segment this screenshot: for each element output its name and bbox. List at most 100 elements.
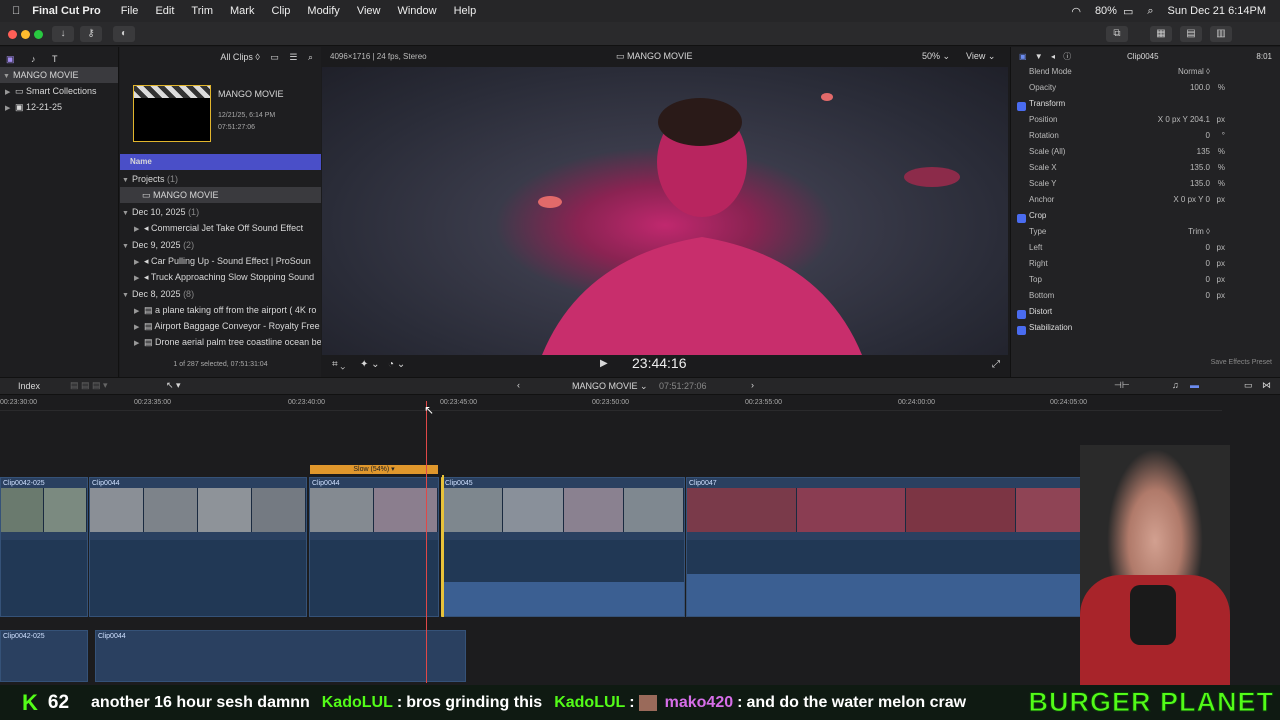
edit-tools-icon[interactable]: ▤ ▤ ▤ ▾ xyxy=(70,380,108,391)
menu-trim[interactable]: Trim xyxy=(191,5,213,17)
menu-window[interactable]: Window xyxy=(397,5,436,17)
menu-edit[interactable]: Edit xyxy=(155,5,174,17)
layout-timeline-icon[interactable]: ▤ xyxy=(1180,26,1202,42)
inspector-param[interactable]: Scale Y 135.0% xyxy=(1011,179,1280,195)
menu-view[interactable]: View xyxy=(357,5,381,17)
list-item[interactable]: ▶ ◂ Commercial Jet Take Off Sound Effect xyxy=(120,220,321,236)
titles-icon[interactable]: T xyxy=(52,54,58,64)
inspector-param[interactable]: Bottom 0 px xyxy=(1011,291,1280,307)
zoom-dropdown[interactable]: 50% ⌄ xyxy=(922,51,950,62)
clip-filter[interactable]: All Clips xyxy=(220,52,253,62)
video-inspector-icon[interactable]: ▣ xyxy=(1019,52,1027,61)
solo-icon[interactable]: ▬ xyxy=(1190,380,1199,390)
group-dec8[interactable]: ▼ Dec 8, 2025 (8) xyxy=(120,286,321,302)
inspector-param-value[interactable]: X 0 px Y 204.1 xyxy=(1158,115,1210,124)
inspector-param[interactable]: Position X 0 px Y 204.1 px xyxy=(1011,115,1280,131)
sidebar-item-smart-collections[interactable]: ▶ ▭ Smart Collections xyxy=(0,83,118,99)
inspector-section[interactable]: Crop xyxy=(1011,211,1280,227)
inspector-param[interactable]: Anchor X 0 px Y 0 px xyxy=(1011,195,1280,211)
column-header-name[interactable]: Name xyxy=(120,154,321,170)
select-tool-icon[interactable]: ↖ ▾ xyxy=(166,380,181,391)
search-icon[interactable]: ⌕ xyxy=(1147,5,1153,18)
timeline-clip[interactable]: Clip0044 xyxy=(309,477,439,617)
menu-mark[interactable]: Mark xyxy=(230,5,254,17)
playhead[interactable] xyxy=(426,401,427,683)
inspector-section[interactable]: Transform xyxy=(1011,99,1280,115)
timeline[interactable]: 00:23:30:00 00:23:35:00 00:23:40:00 00:2… xyxy=(0,395,1280,685)
color-inspector-icon[interactable]: ▼ xyxy=(1035,52,1043,61)
layout-library-icon[interactable]: ▦ xyxy=(1150,26,1172,42)
inspector-param-value[interactable]: Normal ◊ xyxy=(1178,67,1210,76)
menu-help[interactable]: Help xyxy=(454,5,477,17)
chevron-icon[interactable]: ◊ xyxy=(255,52,259,62)
inspector-param-value[interactable]: 0 xyxy=(1206,243,1210,252)
inspector-param[interactable]: Left 0 px xyxy=(1011,243,1280,259)
timeline-clip[interactable]: Clip0042-025 xyxy=(0,477,88,617)
list-item[interactable]: ▶ ▤ a plane taking off from the airport (… xyxy=(120,302,321,318)
clip-appearance-icon[interactable]: ▭ xyxy=(1244,380,1253,391)
group-dec9[interactable]: ▼ Dec 9, 2025 (2) xyxy=(120,237,321,253)
list-item[interactable]: ▭ MANGO MOVIE xyxy=(120,187,321,203)
transform-tools-icon[interactable]: ⌗ ⌄ xyxy=(332,359,345,370)
section-checkbox[interactable] xyxy=(1017,310,1026,319)
inspector-section[interactable]: Stabilization xyxy=(1011,323,1280,339)
search-icon[interactable]: ⌕ xyxy=(308,52,313,62)
zoom-window-button[interactable] xyxy=(34,30,43,39)
inspector-param-value[interactable]: 0 xyxy=(1206,275,1210,284)
inspector-param[interactable]: Opacity 100.0% xyxy=(1011,83,1280,99)
project-thumbnail[interactable] xyxy=(133,85,211,142)
layout-inspector-icon[interactable]: ▥ xyxy=(1210,26,1232,42)
effects-browser-icon[interactable]: ⋈ xyxy=(1262,380,1271,391)
forward-icon[interactable]: › xyxy=(751,380,754,390)
timeline-clip-selected[interactable]: Clip0045 xyxy=(441,477,685,617)
inspector-param[interactable]: Rotation 0 ° xyxy=(1011,131,1280,147)
list-item[interactable]: ▶ ▤ Drone aerial palm tree coastline ocea… xyxy=(120,334,321,350)
retime-bar[interactable]: Slow (54%) ▾ xyxy=(310,465,438,474)
inspector-param-value[interactable]: 0 xyxy=(1206,131,1210,140)
inspector-param-value[interactable]: X 0 px Y 0 xyxy=(1173,195,1210,204)
inspector-param-value[interactable]: 135.0 xyxy=(1190,179,1210,188)
info-inspector-icon[interactable]: ⓘ xyxy=(1063,52,1071,61)
list-item[interactable]: ▶ ◂ Truck Approaching Slow Stopping Sound xyxy=(120,269,321,285)
inspector-param-value[interactable]: 0 xyxy=(1206,259,1210,268)
save-effects-preset-button[interactable]: Save Effects Preset xyxy=(1211,359,1272,366)
battery-icon[interactable]: ▭ xyxy=(1123,5,1133,18)
audio-clip[interactable]: Clip0042-025 xyxy=(0,630,88,682)
share-icon[interactable]: ⧉ xyxy=(1106,26,1128,42)
audio-skimming-icon[interactable]: ♫ xyxy=(1172,380,1179,390)
enhance-icon[interactable]: ✦ ⌄ xyxy=(360,359,380,370)
inspector-param[interactable]: Right 0 px xyxy=(1011,259,1280,275)
apple-icon[interactable]:  xyxy=(12,5,20,17)
close-window-button[interactable] xyxy=(8,30,17,39)
speed-icon[interactable]: ◔ ⌄ xyxy=(388,359,405,370)
inspector-param[interactable]: Scale X 135.0% xyxy=(1011,163,1280,179)
inspector-param-value[interactable]: 100.0 xyxy=(1190,83,1210,92)
audio-clip[interactable]: Clip0044 xyxy=(95,630,466,682)
inspector-section[interactable]: Distort xyxy=(1011,307,1280,323)
inspector-param-value[interactable]: 135.0 xyxy=(1190,163,1210,172)
inspector-param[interactable]: Blend Mode Normal ◊ xyxy=(1011,67,1280,83)
keyword-icon[interactable]: ⚷ xyxy=(80,26,102,42)
list-item[interactable]: ▶ ◂ Car Pulling Up - Sound Effect | ProSo… xyxy=(120,253,321,269)
audio-inspector-icon[interactable]: ◂ xyxy=(1051,52,1055,61)
inspector-param-value[interactable]: 0 xyxy=(1206,291,1210,300)
minimize-window-button[interactable] xyxy=(21,30,30,39)
menu-clip[interactable]: Clip xyxy=(271,5,290,17)
section-checkbox[interactable] xyxy=(1017,102,1026,111)
timeline-project-name[interactable]: MANGO MOVIE ⌄ xyxy=(572,381,648,392)
timeline-ruler[interactable]: 00:23:30:00 00:23:35:00 00:23:40:00 00:2… xyxy=(0,395,1222,411)
timeline-clip[interactable]: Clip0044 xyxy=(89,477,307,617)
snapping-icon[interactable]: ⊣⊢ xyxy=(1114,380,1130,391)
list-item[interactable]: ▶ ▤ Airport Baggage Conveyor - Royalty Fr… xyxy=(120,318,321,334)
group-dec10[interactable]: ▼ Dec 10, 2025 (1) xyxy=(120,204,321,220)
photos-icon[interactable]: ▣ xyxy=(6,54,15,64)
view-dropdown[interactable]: View ⌄ xyxy=(966,51,995,62)
filmstrip-view-icon[interactable]: ▭ xyxy=(270,52,279,62)
app-menu[interactable]: Final Cut Pro xyxy=(32,5,100,17)
back-icon[interactable]: ‹ xyxy=(517,380,520,390)
inspector-param-value[interactable]: Trim ◊ xyxy=(1188,227,1210,236)
inspector-param[interactable]: Type Trim ◊ xyxy=(1011,227,1280,243)
inspector-param[interactable]: Top 0 px xyxy=(1011,275,1280,291)
fullscreen-icon[interactable]: ⤢ xyxy=(992,359,1000,370)
inspector-param-value[interactable]: 135 xyxy=(1197,147,1210,156)
